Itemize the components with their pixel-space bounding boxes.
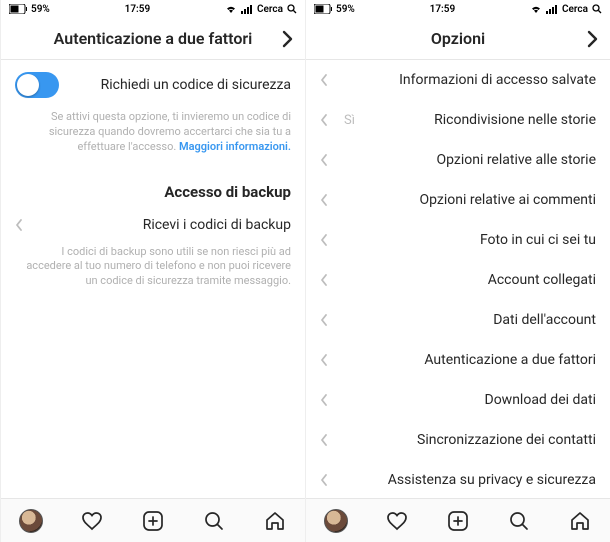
back-button[interactable] bbox=[586, 32, 600, 46]
nav-home[interactable] bbox=[263, 509, 287, 533]
status-bar: 59% 17:59 Cerca bbox=[306, 0, 610, 18]
row-label: Ricevi i codici di backup bbox=[31, 217, 291, 233]
header: Autenticazione a due fattori bbox=[1, 18, 305, 60]
options-list: Informazioni di accesso salvate SìRicondi… bbox=[306, 60, 610, 498]
nav-activity[interactable] bbox=[385, 509, 409, 533]
wifi-icon bbox=[530, 4, 542, 14]
bottom-nav bbox=[306, 498, 610, 542]
option-label: Assistenza su privacy e sicurezza bbox=[336, 472, 596, 488]
bottom-nav bbox=[1, 498, 305, 542]
screen-options: 59% 17:59 Cerca Opzioni Informazioni di … bbox=[305, 0, 610, 542]
nav-search[interactable] bbox=[507, 509, 531, 533]
chevron-left-icon bbox=[320, 313, 332, 327]
status-time: 17:59 bbox=[125, 4, 151, 15]
toggle-helper-text: Se attivi questa opzione, ti invieremo u… bbox=[1, 110, 305, 169]
page-title: Autenticazione a due fattori bbox=[25, 29, 281, 48]
section-backup-access: Accesso di backup bbox=[1, 169, 305, 205]
home-icon bbox=[568, 509, 592, 533]
option-label: Informazioni di accesso salvate bbox=[336, 72, 596, 88]
home-icon bbox=[263, 509, 287, 533]
nav-new-post[interactable] bbox=[141, 509, 165, 533]
option-row[interactable]: Autenticazione a due fattori bbox=[306, 340, 610, 380]
status-search: Cerca bbox=[562, 4, 588, 15]
heart-icon bbox=[385, 509, 409, 533]
option-label: Download dei dati bbox=[336, 392, 596, 408]
nav-activity[interactable] bbox=[80, 509, 104, 533]
chevron-left-icon bbox=[320, 473, 332, 487]
option-row[interactable]: SìRicondivisione nelle storie bbox=[306, 100, 610, 140]
option-label: Opzioni relative alle storie bbox=[336, 152, 596, 168]
back-button[interactable] bbox=[281, 32, 295, 46]
option-row[interactable]: Download dei dati bbox=[306, 380, 610, 420]
nav-home[interactable] bbox=[568, 509, 592, 533]
option-label: Ricondivisione nelle storie bbox=[355, 112, 596, 128]
battery-icon bbox=[314, 4, 332, 14]
chevron-left-icon bbox=[320, 153, 332, 167]
battery-icon bbox=[9, 4, 27, 14]
backup-helper-text: I codici di backup sono utili se non rie… bbox=[1, 245, 305, 304]
battery-percent: 59% bbox=[31, 4, 50, 15]
status-bar: 59% 17:59 Cerca bbox=[1, 0, 305, 18]
chevron-left-icon bbox=[320, 113, 332, 127]
option-label: Dati dell'account bbox=[336, 312, 596, 328]
option-row[interactable]: Dati dell'account bbox=[306, 300, 610, 340]
option-row[interactable]: Foto in cui ci sei tu bbox=[306, 220, 610, 260]
wifi-icon bbox=[225, 4, 237, 14]
option-label: Sincronizzazione dei contatti bbox=[336, 432, 596, 448]
signal-icon bbox=[546, 4, 558, 14]
battery-percent: 59% bbox=[336, 4, 355, 15]
toggle-row-security-code[interactable]: Richiedi un codice di sicurezza bbox=[1, 60, 305, 110]
nav-profile[interactable] bbox=[324, 509, 348, 533]
option-label: Opzioni relative ai commenti bbox=[336, 192, 596, 208]
heart-icon bbox=[80, 509, 104, 533]
option-row[interactable]: Account collegati bbox=[306, 260, 610, 300]
nav-search[interactable] bbox=[202, 509, 226, 533]
nav-new-post[interactable] bbox=[446, 509, 470, 533]
chevron-left-icon bbox=[320, 393, 332, 407]
chevron-left-icon bbox=[15, 218, 27, 232]
chevron-left-icon bbox=[320, 273, 332, 287]
chevron-left-icon bbox=[320, 233, 332, 247]
chevron-left-icon bbox=[320, 193, 332, 207]
signal-icon bbox=[241, 4, 253, 14]
option-value: Sì bbox=[344, 113, 355, 128]
chevron-left-icon bbox=[320, 73, 332, 87]
avatar bbox=[324, 509, 348, 533]
page-title: Opzioni bbox=[330, 29, 586, 48]
content: Richiedi un codice di sicurezza Se attiv… bbox=[1, 60, 305, 498]
status-time: 17:59 bbox=[430, 4, 456, 15]
header: Opzioni bbox=[306, 18, 610, 60]
option-row[interactable]: Opzioni relative ai commenti bbox=[306, 180, 610, 220]
avatar bbox=[19, 509, 43, 533]
status-search: Cerca bbox=[257, 4, 283, 15]
search-status-icon bbox=[287, 4, 297, 14]
toggle-switch[interactable] bbox=[15, 72, 59, 98]
chevron-left-icon bbox=[320, 353, 332, 367]
more-info-link[interactable]: Maggiori informazioni. bbox=[179, 140, 291, 153]
option-row[interactable]: Assistenza su privacy e sicurezza bbox=[306, 460, 610, 498]
screen-two-factor: 59% 17:59 Cerca Autenticazione a due fat… bbox=[0, 0, 305, 542]
option-label: Autenticazione a due fattori bbox=[336, 352, 596, 368]
option-row[interactable]: Opzioni relative alle storie bbox=[306, 140, 610, 180]
toggle-label: Richiedi un codice di sicurezza bbox=[59, 77, 291, 93]
search-status-icon bbox=[592, 4, 602, 14]
search-icon bbox=[507, 509, 531, 533]
option-row[interactable]: Sincronizzazione dei contatti bbox=[306, 420, 610, 460]
plus-square-icon bbox=[141, 509, 165, 533]
option-label: Foto in cui ci sei tu bbox=[336, 232, 596, 248]
plus-square-icon bbox=[446, 509, 470, 533]
nav-profile[interactable] bbox=[19, 509, 43, 533]
option-row[interactable]: Informazioni di accesso salvate bbox=[306, 60, 610, 100]
search-icon bbox=[202, 509, 226, 533]
option-label: Account collegati bbox=[336, 272, 596, 288]
chevron-left-icon bbox=[320, 433, 332, 447]
row-backup-codes[interactable]: Ricevi i codici di backup bbox=[1, 205, 305, 245]
